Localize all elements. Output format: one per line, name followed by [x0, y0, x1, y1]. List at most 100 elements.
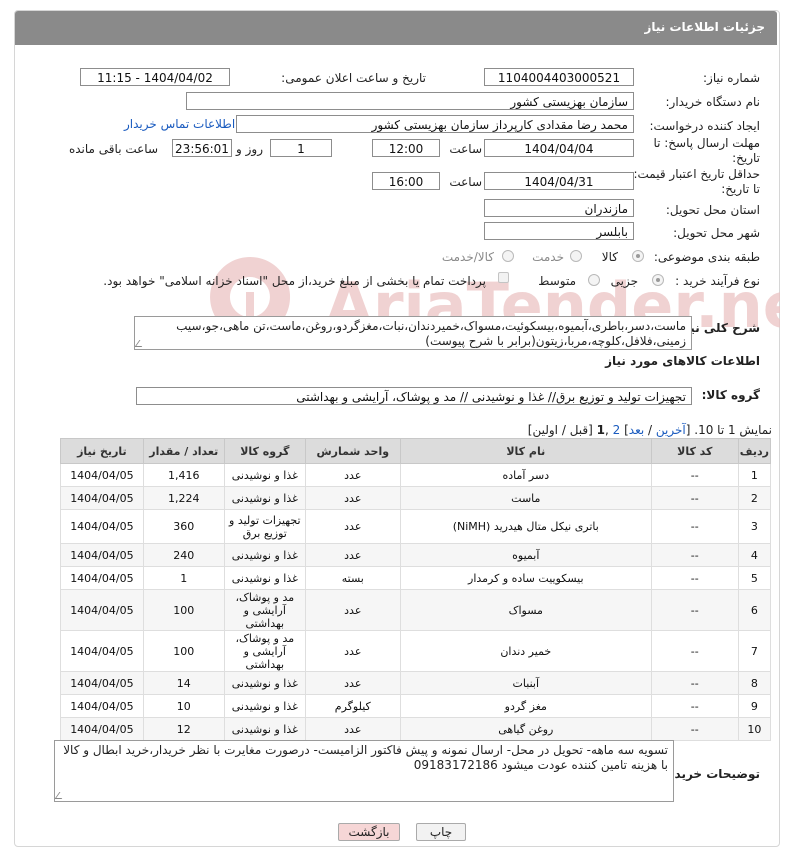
cell-quantity: 240	[142, 543, 225, 567]
cell-group: تجهیزات تولید و توزیع برق	[223, 509, 306, 544]
buyer-org-field: سازمان بهزیستی کشور	[186, 92, 634, 110]
cell-unit: بسته	[304, 566, 401, 590]
cell-item-code: --	[650, 486, 739, 510]
cell-item-name: مغز گردو	[399, 694, 652, 718]
table-header-row: ردیف کد کالا نام کالا واحد شمارش گروه کا…	[60, 438, 772, 464]
buyer-notes-textarea[interactable]: تسویه سه ماهه- تحویل در محل- ارسال نمونه…	[54, 740, 674, 802]
cell-need-date: 1404/04/05	[60, 486, 144, 510]
table-row: 3 -- باتری نیکل متال هیدرید (NiMH) عدد تجهیز…	[60, 509, 772, 544]
cell-item-name: دسر آماده	[399, 463, 652, 487]
cell-unit: عدد	[304, 509, 401, 544]
category-option-service: خدمت	[532, 250, 564, 264]
category-option-both: کالا/خدمت	[441, 250, 494, 264]
deadline-label-line1: مهلت ارسال پاسخ: تا	[653, 136, 760, 150]
cell-item-code: --	[650, 566, 739, 590]
cell-unit: عدد	[304, 630, 401, 672]
cell-need-date: 1404/04/05	[60, 566, 144, 590]
pagination-prefix: نمایش 1 تا 10. [	[685, 423, 772, 437]
cell-unit: عدد	[304, 717, 401, 741]
city-label: شهر محل تحویل:	[673, 226, 760, 240]
cell-need-date: 1404/04/05	[60, 694, 144, 718]
panel-header: جزئیات اطلاعات نیاز	[15, 11, 777, 45]
deadline-label-line2: تاریخ:	[732, 151, 760, 165]
cell-need-date: 1404/04/05	[60, 671, 144, 695]
cell-need-date: 1404/04/05	[60, 717, 144, 741]
min-valid-time-field: 16:00	[372, 172, 440, 190]
category-radio-both[interactable]	[502, 250, 514, 262]
cell-item-code: --	[650, 543, 739, 567]
cell-group: غذا و نوشیدنی	[223, 566, 306, 590]
process-label: نوع فرآیند خرید :	[675, 274, 760, 288]
cell-item-code: --	[650, 509, 739, 544]
cell-unit: عدد	[304, 589, 401, 631]
category-label: طبقه بندی موضوعی:	[653, 250, 760, 264]
buyer-notes-text: تسویه سه ماهه- تحویل در محل- ارسال نمونه…	[63, 743, 668, 772]
group-field: تجهیزات تولید و توزیع برق// غذا و نوشیدن…	[136, 387, 692, 405]
cell-row-number: 9	[737, 694, 772, 718]
summary-textarea[interactable]: ماست،دسر،باطری،آبمیوه،بیسکوئیت،مسواک،خمی…	[134, 316, 692, 350]
category-radio-service[interactable]	[570, 250, 582, 262]
col-header-item-code: کد کالا	[650, 438, 739, 464]
pagination-last-link[interactable]: آخرین	[656, 423, 686, 437]
cell-item-code: --	[650, 463, 739, 487]
buyer-contact-link[interactable]: اطلاعات تماس خریدار	[124, 117, 235, 131]
cell-quantity: 12	[142, 717, 225, 741]
table-row: 1 -- دسر آماده عدد غذا و نوشیدنی 1,416 1404/04…	[60, 463, 772, 487]
items-table: ردیف کد کالا نام کالا واحد شمارش گروه کا…	[60, 438, 772, 741]
cell-row-number: 10	[737, 717, 772, 741]
creator-field: محمد رضا مقدادی کارپرداز سازمان بهزیستی …	[236, 115, 634, 133]
cell-row-number: 4	[737, 543, 772, 567]
announce-field: 1404/04/02 - 11:15	[80, 68, 230, 86]
cell-need-date: 1404/04/05	[60, 463, 144, 487]
cell-quantity: 100	[142, 589, 225, 631]
pagination-next-link[interactable]: بعد	[629, 423, 644, 437]
treasury-payment-checkbox[interactable]	[498, 272, 509, 283]
cell-quantity: 1,416	[142, 463, 225, 487]
table-row: 2 -- ماست عدد غذا و نوشیدنی 1,224 1404/04/05	[60, 486, 772, 510]
process-radio-minor[interactable]	[652, 274, 664, 286]
cell-item-code: --	[650, 589, 739, 631]
cell-group: غذا و نوشیدنی	[223, 694, 306, 718]
cell-group: غذا و نوشیدنی	[223, 543, 306, 567]
pagination-bracket: ]	[620, 423, 629, 437]
resize-handle-icon[interactable]	[55, 792, 67, 799]
cell-quantity: 10	[142, 694, 225, 718]
process-radio-medium[interactable]	[588, 274, 600, 286]
pagination-suffix: [قبل / اولین]	[527, 423, 597, 437]
cell-quantity: 1,224	[142, 486, 225, 510]
min-valid-label-line1: حداقل تاریخ اعتبار قیمت:	[633, 167, 760, 181]
cell-item-name: ماست	[399, 486, 652, 510]
col-header-unit: واحد شمارش	[304, 438, 401, 464]
table-row: 10 -- روغن گیاهی عدد غذا و نوشیدنی 12 1404/04/…	[60, 717, 772, 741]
deadline-time-field: 12:00	[372, 139, 440, 157]
cell-unit: عدد	[304, 486, 401, 510]
back-button[interactable]: بازگشت	[338, 823, 400, 841]
category-radio-goods[interactable]	[632, 250, 644, 262]
city-field: بابلسر	[484, 222, 634, 240]
cell-need-date: 1404/04/05	[60, 543, 144, 567]
cell-item-name: بیسکوییت ساده و کرمدار	[399, 566, 652, 590]
col-header-row-number: ردیف	[737, 438, 772, 464]
col-header-group: گروه کالا	[223, 438, 306, 464]
province-field: مازندران	[484, 199, 634, 217]
cell-need-date: 1404/04/05	[60, 509, 144, 544]
remaining-label: ساعت باقی مانده	[68, 142, 158, 156]
cell-unit: عدد	[304, 671, 401, 695]
cell-need-date: 1404/04/05	[60, 630, 144, 672]
resize-handle-icon[interactable]	[135, 340, 147, 347]
deadline-time-label: ساعت	[449, 142, 482, 156]
col-header-item-name: نام کالا	[399, 438, 652, 464]
cell-item-code: --	[650, 630, 739, 672]
cell-unit: عدد	[304, 543, 401, 567]
deadline-date-field: 1404/04/04	[484, 139, 634, 157]
cell-group: غذا و نوشیدنی	[223, 717, 306, 741]
cell-need-date: 1404/04/05	[60, 589, 144, 631]
print-button[interactable]: چاپ	[416, 823, 466, 841]
days-field: 1	[270, 139, 332, 157]
cell-quantity: 100	[142, 630, 225, 672]
treasury-payment-note: پرداخت تمام یا بخشی از مبلغ خرید،از محل …	[103, 274, 486, 288]
cell-group: مد و پوشاک، آرایشی و بهداشتی	[223, 630, 306, 672]
cell-item-name: باتری نیکل متال هیدرید (NiMH)	[399, 509, 652, 544]
category-option-goods: کالا	[601, 250, 618, 264]
min-valid-time-label: ساعت	[449, 175, 482, 189]
